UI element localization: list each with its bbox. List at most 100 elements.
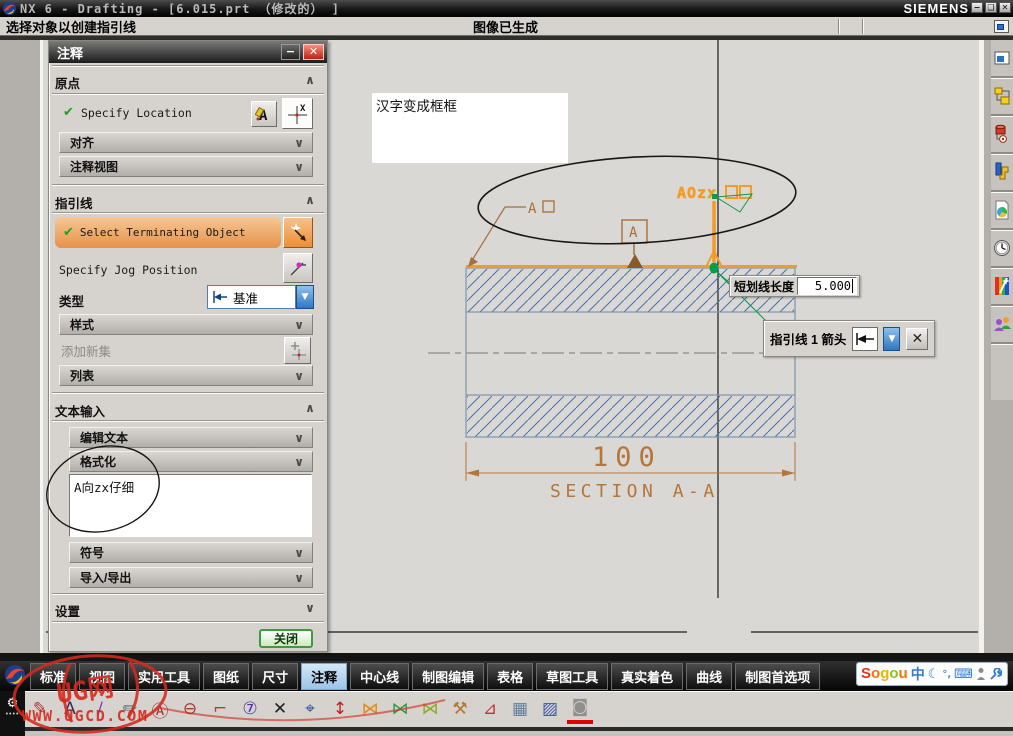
tab-utility-tools[interactable]: 实用工具	[128, 663, 201, 690]
roles-icon[interactable]	[991, 306, 1013, 344]
edit-text-group-bar[interactable]: 编辑文本 ∨	[69, 427, 313, 448]
dialog-minimize-button[interactable]: −	[281, 44, 300, 60]
dependencies-icon[interactable]	[991, 192, 1013, 230]
divider	[52, 392, 324, 394]
text-origin-tool-button[interactable]: A	[251, 101, 277, 127]
ime-keyboard-icon[interactable]: ⌨	[954, 667, 973, 682]
select-terminating-object-row[interactable]: ✔ Select Terminating Object	[55, 217, 281, 248]
check-icon: ✔	[63, 105, 74, 120]
cue-message: 选择对象以创建指引线	[6, 19, 137, 35]
symbol-edit-icon[interactable]: ✏	[117, 695, 143, 723]
cross-symbol-icon[interactable]: ✕	[267, 695, 293, 723]
display-window-icon[interactable]	[991, 40, 1013, 78]
minimize-button[interactable]: −	[971, 2, 983, 13]
materials-icon[interactable]	[991, 268, 1013, 306]
ime-language-indicator[interactable]: 中	[911, 664, 925, 684]
close-dialog-button[interactable]: 关闭	[259, 629, 313, 648]
leader-arrow-label: 指引线 1 箭头	[770, 333, 847, 347]
add-new-set-button[interactable]	[284, 337, 311, 364]
annotation-text-area[interactable]: A向zx仔细	[69, 474, 312, 537]
dialog-close-button[interactable]: ✕	[303, 44, 324, 60]
dash-length-input[interactable]: 5.000	[797, 277, 858, 295]
terminating-object-button[interactable]	[283, 217, 313, 248]
specify-jog-label: Specify Jog Position	[59, 263, 198, 277]
siemens-logo: SIEMENS	[903, 1, 969, 16]
leader-type-dropdown-button[interactable]: ▼	[296, 285, 314, 309]
balloon-7-icon[interactable]: ⑦	[237, 695, 263, 723]
crosshatch-icon[interactable]: ▨	[537, 695, 563, 723]
collapse-chevron[interactable]: ∧	[301, 73, 319, 87]
format-group-bar[interactable]: 格式化 ∨	[69, 451, 313, 472]
weld-star-icon[interactable]: ⋈	[417, 695, 443, 723]
datum-arrow-icon	[213, 291, 227, 303]
weld-hammer-icon[interactable]: ⚒	[447, 695, 473, 723]
remove-leader-button[interactable]: ✕	[906, 327, 929, 350]
leader-type-combobox[interactable]: 基准	[207, 285, 296, 309]
tab-sketch-tools[interactable]: 草图工具	[536, 663, 609, 690]
tab-dimension[interactable]: 尺寸	[252, 663, 299, 690]
part-navigator-icon[interactable]	[991, 154, 1013, 192]
tab-view[interactable]: 视图	[79, 663, 126, 690]
feature-control-frame-icon[interactable]: ⌐	[207, 695, 233, 723]
ime-punctuation-icon[interactable]: °,	[942, 669, 951, 680]
restore-button[interactable]: ❑	[985, 2, 997, 13]
collapse-chevron[interactable]: ∧	[301, 401, 319, 415]
symbols-group-bar[interactable]: 符号 ∨	[69, 542, 313, 563]
toolbar-options-block[interactable]: ⚙ ••••	[0, 691, 25, 736]
text-edit-icon[interactable]: A	[57, 695, 83, 723]
work-window-icon[interactable]	[994, 20, 1009, 33]
annotation-view-group-bar[interactable]: 注释视图 ∨	[59, 156, 313, 177]
target-point-icon[interactable]: ⌖	[297, 695, 323, 723]
image-icon[interactable]: ▦	[507, 695, 533, 723]
assembly-navigator-icon[interactable]	[991, 78, 1013, 116]
arrow-style-dropdown[interactable]	[852, 326, 879, 351]
origin-section-header: 原点	[55, 77, 81, 91]
datum-feature-icon[interactable]: Ⓐ	[147, 695, 173, 723]
style-group-bar[interactable]: 样式 ∨	[59, 314, 313, 335]
jog-position-button[interactable]	[283, 253, 313, 283]
list-group-bar[interactable]: 列表 ∨	[59, 365, 313, 386]
tab-sheet[interactable]: 图纸	[203, 663, 250, 690]
tab-drafting-edit[interactable]: 制图编辑	[412, 663, 485, 690]
crosshair-icon: X	[288, 104, 307, 124]
tab-standard[interactable]: 标准	[30, 663, 77, 690]
specify-location-label: Specify Location	[81, 106, 192, 120]
expand-chevron[interactable]: ∨	[301, 601, 319, 615]
point-constructor-button[interactable]: X	[282, 98, 313, 129]
settings-section-header: 设置	[55, 605, 81, 619]
divider	[52, 593, 324, 595]
tab-centerline[interactable]: 中心线	[350, 663, 410, 690]
status-message: 图像已生成	[473, 19, 539, 35]
constraint-navigator-icon[interactable]	[991, 116, 1013, 154]
tab-table[interactable]: 表格	[487, 663, 534, 690]
surface-finish-icon[interactable]: ⊿	[477, 695, 503, 723]
close-button[interactable]: ✕	[999, 2, 1011, 13]
import-export-group-bar[interactable]: 导入/导出 ∨	[69, 567, 313, 588]
nx-app-logo[interactable]	[3, 663, 27, 687]
weld-symbol-green-icon[interactable]: ⋈	[387, 695, 413, 723]
ime-moon-icon[interactable]: ☾	[928, 667, 940, 682]
title-bar[interactable]: NX 6 - Drafting - [6.015.prt （修改的） ] SIE…	[0, 0, 1013, 17]
select-terminating-label: Select Terminating Object	[79, 226, 246, 239]
collapse-chevron[interactable]: ∧	[301, 193, 319, 207]
tab-annotation[interactable]: 注释	[301, 663, 348, 690]
text-note-box[interactable]: 汉字变成框框	[372, 93, 568, 163]
ime-toolbar: Sogou 中 ☾ °, ⌨	[856, 662, 1008, 686]
note-edit-icon[interactable]: ✎	[27, 695, 53, 723]
arrow-style-dropdown-button[interactable]: ▼	[883, 326, 901, 351]
tab-drafting-preferences[interactable]: 制图首选项	[735, 663, 821, 690]
datum-target-icon[interactable]: ⊖	[177, 695, 203, 723]
add-set-icon	[290, 341, 306, 360]
sogou-logo[interactable]: Sogou	[861, 665, 908, 683]
ime-person-icon[interactable]	[976, 667, 986, 681]
ordinate-dimension-icon[interactable]: ↕	[327, 695, 353, 723]
history-icon[interactable]	[991, 230, 1013, 268]
align-group-bar[interactable]: 对齐 ∨	[59, 132, 313, 153]
ime-wrench-icon[interactable]	[989, 667, 1002, 681]
leader-line-edit-icon[interactable]: ∕	[87, 695, 113, 723]
weld-symbol-orange-icon[interactable]: ⋈	[357, 695, 383, 723]
annotation-toolbar-icons: ✎ A ∕ ✏ Ⓐ ⊖ ⌐ ⑦ ✕ ⌖ ↕ ⋈ ⋈ ⋈ ⚒ ⊿ ▦ ▨ ◙	[27, 692, 593, 726]
area-fill-icon[interactable]: ◙	[567, 694, 593, 724]
tab-curve[interactable]: 曲线	[686, 663, 733, 690]
tab-true-shading[interactable]: 真实着色	[611, 663, 684, 690]
